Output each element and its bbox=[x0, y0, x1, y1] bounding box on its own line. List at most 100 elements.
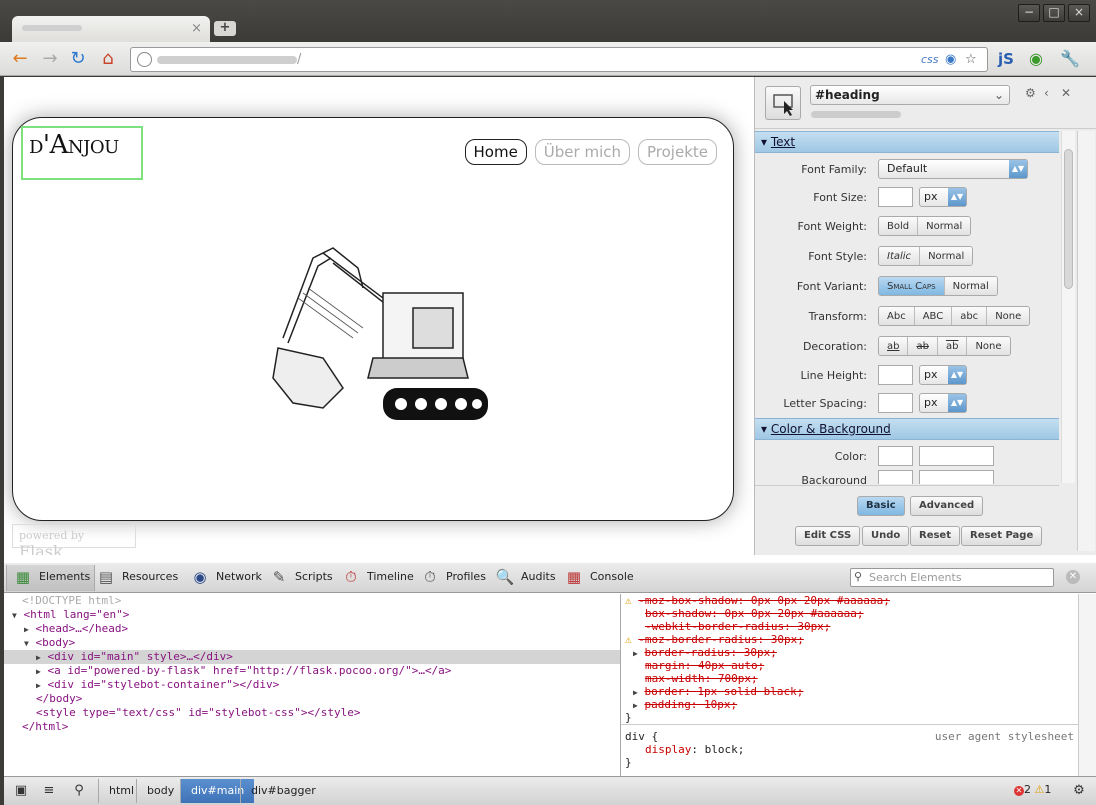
stylebot-scrollbar[interactable] bbox=[1061, 131, 1075, 483]
tab-scripts[interactable]: ✎ Scripts bbox=[263, 565, 337, 591]
transform-uppercase-button[interactable]: ABC bbox=[914, 307, 953, 325]
console-toggle-icon[interactable]: ≡ bbox=[36, 780, 62, 802]
settings-gear-icon[interactable]: ⚙ bbox=[1066, 780, 1092, 802]
back-arrow-icon[interactable]: ← bbox=[8, 48, 32, 70]
breadcrumb-body[interactable]: body bbox=[136, 779, 184, 803]
undo-button[interactable]: Undo bbox=[862, 526, 910, 546]
tab-audits[interactable]: 🔍 Audits bbox=[489, 565, 560, 591]
tab-elements[interactable]: ▦ Elements bbox=[6, 565, 96, 591]
font-family-select[interactable]: Default ▲▼ bbox=[878, 159, 1028, 179]
tab-resources[interactable]: ▤ Resources bbox=[90, 565, 182, 591]
dom-body-open[interactable]: ▼ <body> bbox=[4, 636, 620, 650]
home-icon[interactable]: ⌂ bbox=[96, 48, 120, 70]
ua-rule-selector[interactable]: div {user agent stylesheet bbox=[621, 730, 1078, 743]
powered-by-flask-badge[interactable]: powered by Flask bbox=[12, 524, 136, 555]
scroll-thumb[interactable] bbox=[1064, 149, 1073, 289]
forward-arrow-icon[interactable]: → bbox=[38, 48, 62, 70]
font-style-normal-button[interactable]: Normal bbox=[920, 247, 973, 265]
dom-div-stylebot[interactable]: ▶ <div id="stylebot-container"></div> bbox=[4, 678, 620, 692]
tab-console[interactable]: ▦ Console bbox=[558, 565, 638, 591]
dock-icon[interactable]: ▣ bbox=[8, 780, 34, 802]
dom-doctype[interactable]: <!DOCTYPE html> bbox=[4, 594, 620, 608]
decoration-strike-button[interactable]: ab bbox=[908, 337, 938, 355]
style-decl[interactable]: ▶ border-radius: 30px; bbox=[621, 646, 1078, 659]
dom-a-flask[interactable]: ▶ <a id="powered-by-flask" href="http://… bbox=[4, 664, 620, 678]
search-elements-input[interactable]: ⚲ Search Elements bbox=[850, 568, 1054, 587]
transform-lowercase-button[interactable]: abc bbox=[952, 307, 988, 325]
chevron-left-icon[interactable]: ‹ bbox=[1044, 86, 1049, 100]
color-input[interactable] bbox=[919, 446, 994, 466]
font-size-input[interactable] bbox=[878, 187, 913, 207]
section-color-header[interactable]: ▾ Color & Background bbox=[755, 418, 1059, 440]
background-swatch[interactable] bbox=[878, 470, 913, 484]
font-variant-smallcaps-button[interactable]: Small Caps bbox=[879, 277, 945, 295]
color-swatch[interactable] bbox=[878, 446, 913, 466]
font-weight-normal-button[interactable]: Normal bbox=[918, 217, 971, 235]
error-warning-counts[interactable]: ✕ 2 ⚠1 bbox=[1014, 783, 1051, 796]
gear-icon[interactable]: ⚙ bbox=[1025, 86, 1036, 100]
minimize-button[interactable]: − bbox=[1018, 4, 1040, 22]
basic-mode-button[interactable]: Basic bbox=[857, 496, 905, 516]
font-weight-bold-button[interactable]: Bold bbox=[879, 217, 919, 235]
line-height-input[interactable] bbox=[878, 365, 913, 385]
style-decl[interactable]: ⚠ -moz-box-shadow: 0px 0px 20px #aaaaaa; bbox=[621, 594, 1078, 607]
nav-projekte[interactable]: Projekte bbox=[638, 139, 717, 165]
decoration-underline-button[interactable]: ab bbox=[879, 337, 909, 355]
line-height-unit-select[interactable]: px ▲▼ bbox=[919, 365, 967, 385]
style-decl[interactable]: ⚠ -moz-border-radius: 30px; bbox=[621, 633, 1078, 646]
dom-html-close[interactable]: </html> bbox=[4, 720, 620, 734]
inspect-search-icon[interactable]: ⚲ bbox=[66, 780, 92, 802]
dom-head[interactable]: ▶ <head>…</head> bbox=[4, 622, 620, 636]
font-variant-normal-button[interactable]: Normal bbox=[944, 277, 997, 295]
transform-capitalize-button[interactable]: Abc bbox=[879, 307, 915, 325]
style-decl[interactable]: ▶ padding: 10px; bbox=[621, 698, 1078, 711]
styles-scrollbar[interactable] bbox=[1078, 594, 1096, 776]
style-decl[interactable]: box-shadow: 0px 0px 20px #aaaaaa; bbox=[621, 607, 1078, 620]
letter-spacing-input[interactable] bbox=[878, 393, 913, 413]
close-window-button[interactable]: × bbox=[1068, 4, 1090, 22]
g-icon[interactable]: ◉ bbox=[945, 52, 956, 67]
decoration-none-button[interactable]: None bbox=[967, 337, 1010, 355]
star-icon[interactable]: ☆ bbox=[965, 52, 977, 67]
browser-tab[interactable]: × bbox=[12, 16, 210, 42]
dom-style[interactable]: <style type="text/css" id="stylebot-css"… bbox=[4, 706, 620, 720]
selector-dropdown[interactable]: #heading ⌄ bbox=[810, 85, 1010, 105]
style-decl[interactable]: max-width: 700px; bbox=[621, 672, 1078, 685]
site-logo[interactable]: d'Anjou bbox=[29, 130, 119, 160]
page-scrollbar[interactable] bbox=[1077, 131, 1095, 551]
decoration-overline-button[interactable]: ab bbox=[937, 337, 968, 355]
style-decl[interactable]: -webkit-border-radius: 30px; bbox=[621, 620, 1078, 633]
dom-div-main[interactable]: ▶ <div id="main" style>…</div> bbox=[4, 650, 620, 664]
address-bar[interactable]: / css ◉ ☆ bbox=[130, 47, 988, 72]
nav-ueber-mich[interactable]: Über mich bbox=[534, 139, 630, 165]
devtools-resize-handle[interactable] bbox=[4, 555, 1096, 563]
reset-button[interactable]: Reset bbox=[910, 526, 960, 546]
extension-icon[interactable]: ◉ bbox=[1024, 48, 1048, 70]
advanced-mode-button[interactable]: Advanced bbox=[910, 496, 984, 516]
font-size-unit-select[interactable]: px ▲▼ bbox=[919, 187, 967, 207]
dom-html-open[interactable]: ▼ <html lang="en"> bbox=[4, 608, 620, 622]
tab-network[interactable]: ◉ Network bbox=[184, 565, 266, 591]
edit-css-button[interactable]: Edit CSS bbox=[795, 526, 861, 546]
breadcrumb-div-bagger[interactable]: div#bagger bbox=[240, 779, 326, 803]
wrench-icon[interactable]: 🔧 bbox=[1058, 48, 1082, 70]
reset-page-button[interactable]: Reset Page bbox=[961, 526, 1043, 546]
js-icon[interactable]: jS bbox=[994, 48, 1018, 70]
section-text-header[interactable]: ▾ Text bbox=[755, 131, 1059, 153]
style-decl[interactable]: ▶ border: 1px solid black; bbox=[621, 685, 1078, 698]
reload-icon[interactable]: ↻ bbox=[66, 48, 90, 70]
tab-close-icon[interactable]: × bbox=[191, 21, 202, 36]
background-input[interactable] bbox=[919, 470, 994, 484]
maximize-button[interactable]: □ bbox=[1043, 4, 1065, 22]
transform-none-button[interactable]: None bbox=[987, 307, 1030, 325]
css-icon[interactable]: css bbox=[921, 53, 939, 66]
new-tab-button[interactable]: + bbox=[214, 21, 236, 36]
style-decl[interactable]: margin: 40px auto; bbox=[621, 659, 1078, 672]
tab-profiles[interactable]: ⏱ Profiles bbox=[414, 565, 490, 591]
close-icon[interactable]: ✕ bbox=[1061, 86, 1071, 100]
tab-timeline[interactable]: ⏱ Timeline bbox=[335, 565, 418, 591]
nav-home[interactable]: Home bbox=[464, 139, 527, 165]
letter-spacing-unit-select[interactable]: px ▲▼ bbox=[919, 393, 967, 413]
clear-search-icon[interactable]: ✕ bbox=[1066, 570, 1080, 584]
element-picker-button[interactable] bbox=[765, 86, 801, 120]
